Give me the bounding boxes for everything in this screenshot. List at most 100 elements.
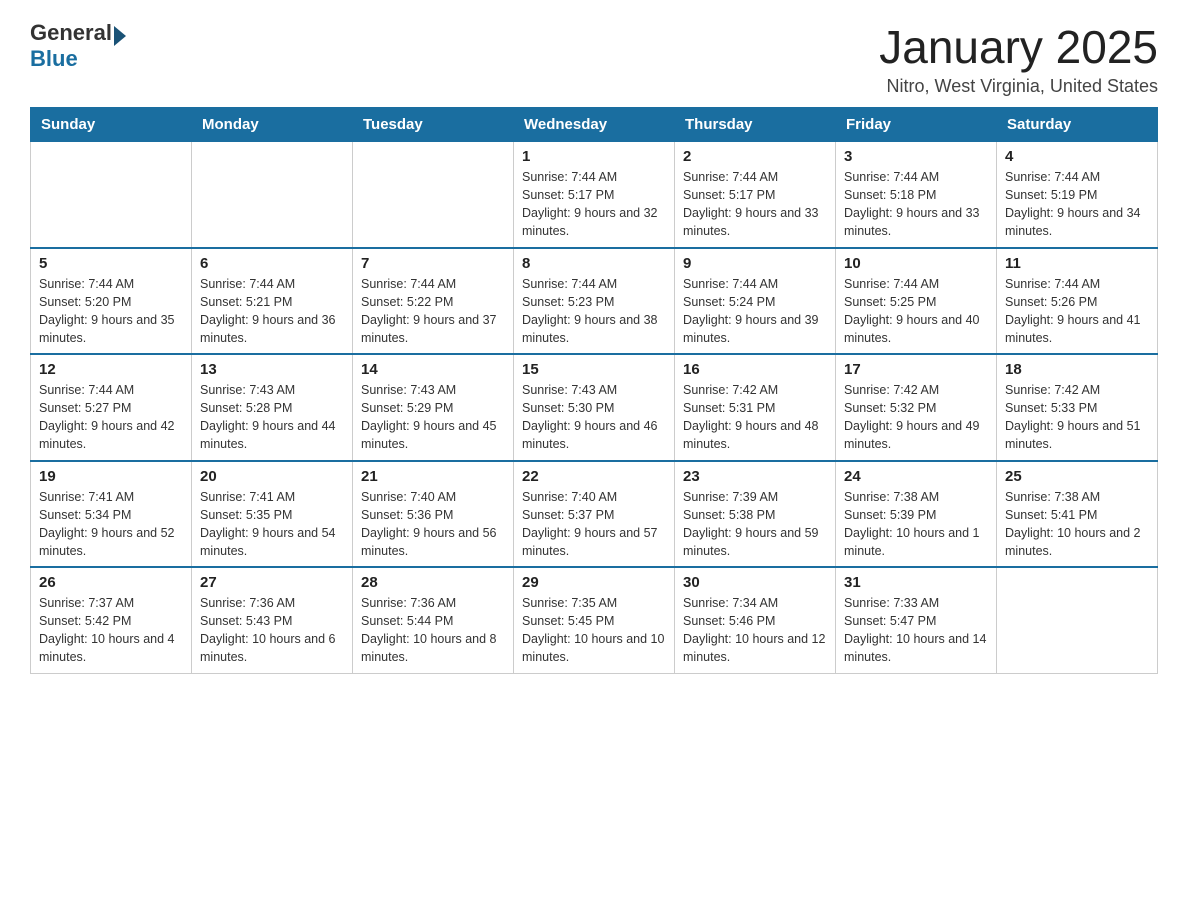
day-number: 2: [683, 148, 827, 165]
calendar-cell: 13 Sunrise: 7:43 AM Sunset: 5:28 PM Dayli…: [192, 354, 353, 461]
calendar-cell: 19 Sunrise: 7:41 AM Sunset: 5:34 PM Dayli…: [31, 461, 192, 568]
day-info: Sunrise: 7:38 AM Sunset: 5:41 PM Dayligh…: [1005, 488, 1149, 561]
day-info: Sunrise: 7:38 AM Sunset: 5:39 PM Dayligh…: [844, 488, 988, 561]
logo-arrow-icon: [114, 26, 126, 46]
calendar-cell: 1 Sunrise: 7:44 AM Sunset: 5:17 PM Daylig…: [514, 142, 675, 248]
weekday-header-sunday: Sunday: [31, 108, 192, 142]
day-info: Sunrise: 7:44 AM Sunset: 5:21 PM Dayligh…: [200, 275, 344, 348]
day-info: Sunrise: 7:43 AM Sunset: 5:28 PM Dayligh…: [200, 381, 344, 454]
day-info: Sunrise: 7:44 AM Sunset: 5:17 PM Dayligh…: [522, 168, 666, 241]
day-number: 15: [522, 361, 666, 378]
calendar-cell: 27Sunrise: 7:36 AM Sunset: 5:43 PM Dayli…: [192, 567, 353, 673]
calendar-cell: 12 Sunrise: 7:44 AM Sunset: 5:27 PM Dayli…: [31, 354, 192, 461]
weekday-header-friday: Friday: [836, 108, 997, 142]
day-info: Sunrise: 7:44 AM Sunset: 5:19 PM Dayligh…: [1005, 168, 1149, 241]
calendar-cell: 7Sunrise: 7:44 AM Sunset: 5:22 PM Daylig…: [353, 248, 514, 355]
day-info: Sunrise: 7:39 AM Sunset: 5:38 PM Dayligh…: [683, 488, 827, 561]
day-number: 25: [1005, 468, 1149, 485]
calendar-cell: 20Sunrise: 7:41 AM Sunset: 5:35 PM Dayli…: [192, 461, 353, 568]
day-number: 24: [844, 468, 988, 485]
page-header: General Blue January 2025 Nitro, West Vi…: [30, 20, 1158, 97]
day-number: 18: [1005, 361, 1149, 378]
day-info: Sunrise: 7:44 AM Sunset: 5:27 PM Dayligh…: [39, 381, 183, 454]
weekday-header-wednesday: Wednesday: [514, 108, 675, 142]
day-number: 3: [844, 148, 988, 165]
calendar-cell: 24 Sunrise: 7:38 AM Sunset: 5:39 PM Dayli…: [836, 461, 997, 568]
day-info: Sunrise: 7:44 AM Sunset: 5:26 PM Dayligh…: [1005, 275, 1149, 348]
day-info: Sunrise: 7:43 AM Sunset: 5:29 PM Dayligh…: [361, 381, 505, 454]
day-info: Sunrise: 7:42 AM Sunset: 5:33 PM Dayligh…: [1005, 381, 1149, 454]
day-info: Sunrise: 7:40 AM Sunset: 5:36 PM Dayligh…: [361, 488, 505, 561]
calendar-cell: 16 Sunrise: 7:42 AM Sunset: 5:31 PM Dayli…: [675, 354, 836, 461]
calendar-cell: 3Sunrise: 7:44 AM Sunset: 5:18 PM Daylig…: [836, 142, 997, 248]
calendar-cell: 2 Sunrise: 7:44 AM Sunset: 5:17 PM Daylig…: [675, 142, 836, 248]
calendar-cell: 18 Sunrise: 7:42 AM Sunset: 5:33 PM Dayli…: [997, 354, 1158, 461]
calendar-cell: 29 Sunrise: 7:35 AM Sunset: 5:45 PM Dayli…: [514, 567, 675, 673]
calendar-cell: 5Sunrise: 7:44 AM Sunset: 5:20 PM Daylig…: [31, 248, 192, 355]
day-info: Sunrise: 7:33 AM Sunset: 5:47 PM Dayligh…: [844, 594, 988, 667]
calendar-table: SundayMondayTuesdayWednesdayThursdayFrid…: [30, 107, 1158, 674]
day-number: 9: [683, 255, 827, 272]
day-number: 4: [1005, 148, 1149, 165]
calendar-cell: [353, 142, 514, 248]
calendar-cell: 10 Sunrise: 7:44 AM Sunset: 5:25 PM Dayli…: [836, 248, 997, 355]
day-number: 21: [361, 468, 505, 485]
calendar-cell: 25 Sunrise: 7:38 AM Sunset: 5:41 PM Dayli…: [997, 461, 1158, 568]
calendar-cell: 22 Sunrise: 7:40 AM Sunset: 5:37 PM Dayli…: [514, 461, 675, 568]
day-number: 8: [522, 255, 666, 272]
calendar-cell: 8Sunrise: 7:44 AM Sunset: 5:23 PM Daylig…: [514, 248, 675, 355]
calendar-week-row: 12 Sunrise: 7:44 AM Sunset: 5:27 PM Dayli…: [31, 354, 1158, 461]
calendar-cell: 11 Sunrise: 7:44 AM Sunset: 5:26 PM Dayli…: [997, 248, 1158, 355]
calendar-cell: 4 Sunrise: 7:44 AM Sunset: 5:19 PM Daylig…: [997, 142, 1158, 248]
logo: General Blue: [30, 20, 126, 72]
calendar-cell: 26 Sunrise: 7:37 AM Sunset: 5:42 PM Dayli…: [31, 567, 192, 673]
day-number: 14: [361, 361, 505, 378]
calendar-cell: 30 Sunrise: 7:34 AM Sunset: 5:46 PM Dayli…: [675, 567, 836, 673]
day-number: 16: [683, 361, 827, 378]
calendar-cell: 31 Sunrise: 7:33 AM Sunset: 5:47 PM Dayli…: [836, 567, 997, 673]
day-info: Sunrise: 7:42 AM Sunset: 5:32 PM Dayligh…: [844, 381, 988, 454]
day-number: 11: [1005, 255, 1149, 272]
day-number: 20: [200, 468, 344, 485]
day-number: 26: [39, 574, 183, 591]
day-info: Sunrise: 7:36 AM Sunset: 5:44 PM Dayligh…: [361, 594, 505, 667]
day-info: Sunrise: 7:42 AM Sunset: 5:31 PM Dayligh…: [683, 381, 827, 454]
calendar-cell: [997, 567, 1158, 673]
logo-blue-text: Blue: [30, 46, 126, 72]
calendar-cell: 21 Sunrise: 7:40 AM Sunset: 5:36 PM Dayli…: [353, 461, 514, 568]
calendar-week-row: 26 Sunrise: 7:37 AM Sunset: 5:42 PM Dayli…: [31, 567, 1158, 673]
day-number: 6: [200, 255, 344, 272]
day-info: Sunrise: 7:34 AM Sunset: 5:46 PM Dayligh…: [683, 594, 827, 667]
day-info: Sunrise: 7:35 AM Sunset: 5:45 PM Dayligh…: [522, 594, 666, 667]
calendar-cell: 28Sunrise: 7:36 AM Sunset: 5:44 PM Dayli…: [353, 567, 514, 673]
day-info: Sunrise: 7:41 AM Sunset: 5:34 PM Dayligh…: [39, 488, 183, 561]
title-area: January 2025 Nitro, West Virginia, Unite…: [879, 20, 1158, 97]
day-number: 29: [522, 574, 666, 591]
day-number: 13: [200, 361, 344, 378]
day-info: Sunrise: 7:40 AM Sunset: 5:37 PM Dayligh…: [522, 488, 666, 561]
day-info: Sunrise: 7:37 AM Sunset: 5:42 PM Dayligh…: [39, 594, 183, 667]
calendar-cell: 6 Sunrise: 7:44 AM Sunset: 5:21 PM Daylig…: [192, 248, 353, 355]
day-number: 31: [844, 574, 988, 591]
day-number: 12: [39, 361, 183, 378]
calendar-cell: 15 Sunrise: 7:43 AM Sunset: 5:30 PM Dayli…: [514, 354, 675, 461]
day-number: 17: [844, 361, 988, 378]
calendar-cell: [31, 142, 192, 248]
calendar-week-row: 5Sunrise: 7:44 AM Sunset: 5:20 PM Daylig…: [31, 248, 1158, 355]
calendar-cell: 23Sunrise: 7:39 AM Sunset: 5:38 PM Dayli…: [675, 461, 836, 568]
day-info: Sunrise: 7:44 AM Sunset: 5:25 PM Dayligh…: [844, 275, 988, 348]
day-info: Sunrise: 7:44 AM Sunset: 5:17 PM Dayligh…: [683, 168, 827, 241]
day-number: 19: [39, 468, 183, 485]
day-info: Sunrise: 7:43 AM Sunset: 5:30 PM Dayligh…: [522, 381, 666, 454]
day-number: 5: [39, 255, 183, 272]
calendar-header-row: SundayMondayTuesdayWednesdayThursdayFrid…: [31, 108, 1158, 142]
calendar-week-row: 19 Sunrise: 7:41 AM Sunset: 5:34 PM Dayli…: [31, 461, 1158, 568]
day-number: 30: [683, 574, 827, 591]
day-number: 1: [522, 148, 666, 165]
day-number: 10: [844, 255, 988, 272]
day-number: 22: [522, 468, 666, 485]
calendar-cell: [192, 142, 353, 248]
weekday-header-monday: Monday: [192, 108, 353, 142]
logo-general-text: General: [30, 20, 112, 45]
day-info: Sunrise: 7:44 AM Sunset: 5:24 PM Dayligh…: [683, 275, 827, 348]
